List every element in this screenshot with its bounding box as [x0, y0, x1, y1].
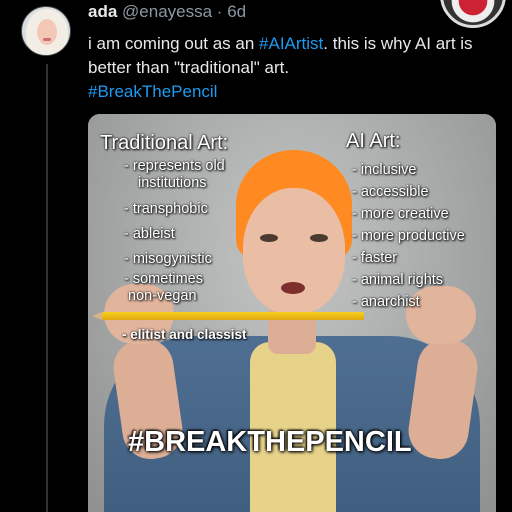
list-item: - more productive	[352, 228, 465, 244]
ai-art-list: - inclusive - accessible - more creative…	[352, 162, 496, 311]
display-name[interactable]: ada	[88, 2, 117, 21]
tweet-text-part1: i am coming out as an	[88, 34, 260, 53]
timestamp[interactable]: 6d	[227, 2, 246, 21]
avatar-lips	[43, 38, 51, 41]
list-item: non-vegan	[128, 288, 197, 304]
left-eye	[260, 234, 278, 242]
list-item: - accessible	[352, 184, 429, 200]
handle[interactable]: @enayessa	[122, 2, 212, 21]
list-item-elitist: - elitist and classist	[122, 327, 247, 342]
hashtag-link-breakthepencil[interactable]: #BreakThePencil	[88, 82, 217, 101]
hashtag-link-aiartist[interactable]: #AIArtist	[259, 34, 323, 53]
list-item: - more creative	[352, 206, 449, 222]
list-item: - misogynistic	[124, 251, 212, 267]
image-hashtag-caption: #BREAKTHEPENCIL	[128, 426, 412, 458]
separator: ·	[216, 2, 223, 21]
list-item: - faster	[352, 250, 398, 266]
tweet-image[interactable]: Traditional Art: - represents old instit…	[88, 114, 496, 512]
list-item: - sometimes	[124, 271, 203, 287]
face	[243, 188, 345, 314]
avatar-face	[37, 19, 57, 45]
list-item: - animal rights	[352, 272, 444, 288]
list-item: - inclusive	[352, 162, 417, 178]
ai-art-title: AI Art:	[346, 130, 401, 152]
list-item: - anarchist	[352, 294, 420, 310]
list-item: - represents old	[124, 158, 225, 174]
pencil	[102, 312, 364, 320]
tweet-header: ada @enayessa · 6d	[88, 2, 246, 24]
traditional-art-title: Traditional Art:	[100, 132, 229, 154]
list-item: institutions	[138, 175, 207, 191]
thread-line	[46, 64, 48, 512]
pencil-tip	[92, 312, 102, 320]
mouth	[281, 282, 305, 294]
avatar[interactable]	[21, 6, 71, 56]
tweet-text: i am coming out as an #AIArtist. this is…	[88, 32, 498, 104]
traditional-art-list: - represents old institutions - transpho…	[124, 158, 254, 305]
list-item: - transphobic	[124, 201, 208, 217]
right-eye	[310, 234, 328, 242]
list-item: - ableist	[124, 226, 175, 242]
partial-avatar[interactable]	[440, 0, 506, 28]
